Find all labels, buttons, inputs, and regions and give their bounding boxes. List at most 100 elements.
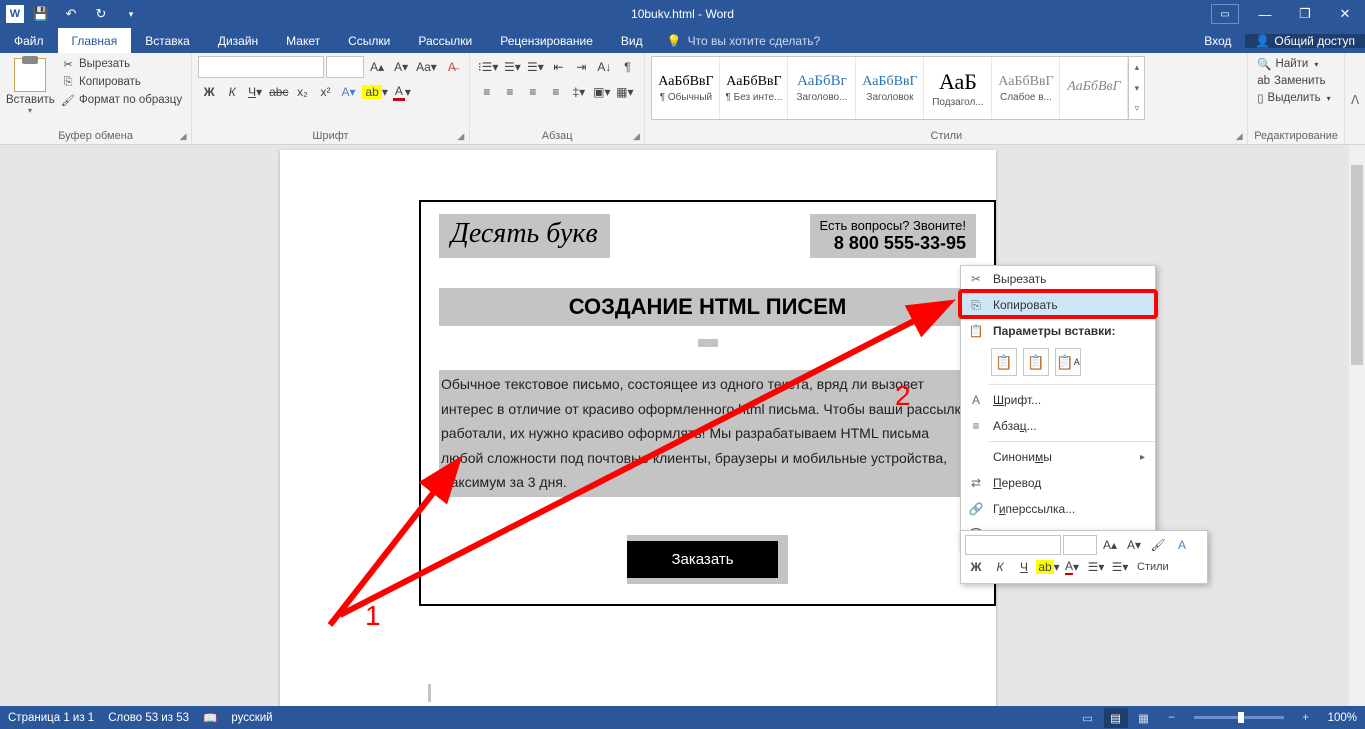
paste-button[interactable]: Вставить ▾ bbox=[6, 56, 54, 115]
font-dialog-launcher[interactable]: ◢ bbox=[455, 130, 467, 142]
bold-button[interactable]: Ж bbox=[198, 81, 220, 103]
mini-highlight[interactable]: ab▾ bbox=[1037, 557, 1059, 577]
align-left-button[interactable]: ≡ bbox=[476, 81, 498, 103]
tab-mailings[interactable]: Рассылки bbox=[404, 28, 486, 53]
line-spacing-button[interactable]: ‡▾ bbox=[568, 81, 590, 103]
tell-me-search[interactable]: 💡 Что вы хотите сделать? bbox=[657, 28, 821, 53]
page[interactable]: Десять букв Есть вопросы? Звоните! 8 800… bbox=[280, 150, 996, 706]
mini-grow-font[interactable]: A▴ bbox=[1099, 535, 1121, 555]
vertical-scrollbar[interactable] bbox=[1349, 145, 1365, 706]
mini-format-painter[interactable]: 🖌 bbox=[1147, 535, 1169, 555]
change-case-button[interactable]: Aa▾ bbox=[414, 56, 439, 78]
mini-numbering[interactable]: ☰▾ bbox=[1109, 557, 1131, 577]
format-painter-button[interactable]: 🖌Формат по образцу bbox=[58, 92, 185, 108]
tab-design[interactable]: Дизайн bbox=[204, 28, 272, 53]
zoom-slider[interactable] bbox=[1194, 716, 1284, 719]
mini-styles-icon[interactable]: A bbox=[1171, 535, 1193, 555]
replace-button[interactable]: abЗаменить bbox=[1254, 74, 1333, 88]
close-button[interactable]: ✕ bbox=[1325, 0, 1365, 28]
align-center-button[interactable]: ≡ bbox=[499, 81, 521, 103]
justify-button[interactable]: ≡ bbox=[545, 81, 567, 103]
mini-shrink-font[interactable]: A▾ bbox=[1123, 535, 1145, 555]
italic-button[interactable]: К bbox=[221, 81, 243, 103]
ctx-copy[interactable]: ⎘Копировать bbox=[961, 292, 1155, 318]
ctx-paragraph[interactable]: ≡Абзац... bbox=[961, 413, 1155, 439]
minimize-button[interactable]: ― bbox=[1245, 0, 1285, 28]
tab-references[interactable]: Ссылки bbox=[334, 28, 404, 53]
numbering-button[interactable]: ☰▾ bbox=[501, 56, 523, 78]
multilevel-button[interactable]: ☰▾ bbox=[524, 56, 546, 78]
share-button[interactable]: 👤 Общий доступ bbox=[1245, 34, 1365, 48]
borders-button[interactable]: ▦▾ bbox=[614, 81, 636, 103]
clipboard-dialog-launcher[interactable]: ◢ bbox=[177, 130, 189, 142]
status-language[interactable]: русский bbox=[231, 712, 272, 724]
web-layout-button[interactable]: ▦ bbox=[1132, 708, 1156, 728]
shading-button[interactable]: ▣▾ bbox=[591, 81, 613, 103]
mini-underline[interactable]: Ч bbox=[1013, 557, 1035, 577]
styles-dialog-launcher[interactable]: ◢ bbox=[1233, 130, 1245, 142]
restore-button[interactable]: ❐ bbox=[1285, 0, 1325, 28]
save-icon[interactable]: 💾 bbox=[28, 3, 54, 25]
paste-keep-formatting[interactable]: 📋 bbox=[991, 348, 1017, 376]
copy-button[interactable]: ⎘Копировать bbox=[58, 74, 185, 90]
style-heading1[interactable]: АаБбВгЗаголово... bbox=[788, 57, 856, 119]
zoom-out-button[interactable]: − bbox=[1160, 708, 1184, 728]
status-proofing-icon[interactable]: 📖 bbox=[203, 711, 217, 725]
strikethrough-button[interactable]: abc bbox=[267, 81, 290, 103]
superscript-button[interactable]: x² bbox=[314, 81, 336, 103]
tab-home[interactable]: Главная bbox=[58, 28, 132, 53]
tab-insert[interactable]: Вставка bbox=[131, 28, 204, 53]
zoom-level[interactable]: 100% bbox=[1328, 712, 1357, 724]
decrease-indent-button[interactable]: ⇤ bbox=[547, 56, 569, 78]
ctx-translate[interactable]: ⇄Перевод bbox=[961, 470, 1155, 496]
increase-indent-button[interactable]: ⇥ bbox=[570, 56, 592, 78]
style-title[interactable]: АаБПодзагол... bbox=[924, 57, 992, 119]
mini-italic[interactable]: К bbox=[989, 557, 1011, 577]
shrink-font-button[interactable]: A▾ bbox=[390, 56, 412, 78]
tab-layout[interactable]: Макет bbox=[272, 28, 334, 53]
ribbon-collapse[interactable]: ᐱ bbox=[1345, 53, 1365, 144]
undo-icon[interactable]: ↶ bbox=[58, 3, 84, 25]
mini-font-color[interactable]: A▾ bbox=[1061, 557, 1083, 577]
mini-font-combo[interactable] bbox=[965, 535, 1061, 555]
style-subtitle[interactable]: АаБбВвГСлабое в... bbox=[992, 57, 1060, 119]
style-normal[interactable]: АаБбВвГ¶ Обычный bbox=[652, 57, 720, 119]
subscript-button[interactable]: x₂ bbox=[291, 81, 313, 103]
mini-styles-label[interactable]: Стили bbox=[1133, 561, 1173, 573]
read-mode-button[interactable]: ▭ bbox=[1076, 708, 1100, 728]
cut-button[interactable]: ✂Вырезать bbox=[58, 56, 185, 72]
qat-customize-icon[interactable]: ▾ bbox=[118, 3, 144, 25]
bullets-button[interactable]: ⁝☰▾ bbox=[476, 56, 501, 78]
ribbon-display-options-icon[interactable]: ▭ bbox=[1211, 4, 1239, 24]
find-button[interactable]: 🔍Найти▾ bbox=[1254, 56, 1333, 72]
font-name-combo[interactable] bbox=[198, 56, 324, 78]
text-effects-button[interactable]: A▾ bbox=[337, 81, 359, 103]
align-right-button[interactable]: ≡ bbox=[522, 81, 544, 103]
styles-more-button[interactable]: ▴▾▿ bbox=[1128, 57, 1144, 119]
sort-button[interactable]: A↓ bbox=[593, 56, 615, 78]
print-layout-button[interactable]: ▤ bbox=[1104, 708, 1128, 728]
tab-review[interactable]: Рецензирование bbox=[486, 28, 607, 53]
paragraph-dialog-launcher[interactable]: ◢ bbox=[630, 130, 642, 142]
style-heading2[interactable]: АаБбВвГЗаголовок bbox=[856, 57, 924, 119]
underline-button[interactable]: Ч▾ bbox=[244, 81, 266, 103]
signin-button[interactable]: Вход bbox=[1190, 34, 1245, 48]
redo-icon[interactable]: ↻ bbox=[88, 3, 114, 25]
ctx-hyperlink[interactable]: 🔗Гиперссылка... bbox=[961, 496, 1155, 522]
paste-text-only[interactable]: 📋A bbox=[1055, 348, 1081, 376]
mini-bullets[interactable]: ☰▾ bbox=[1085, 557, 1107, 577]
status-words[interactable]: Слово 53 из 53 bbox=[108, 712, 189, 724]
ctx-cut[interactable]: ✂Вырезать bbox=[961, 266, 1155, 292]
mini-size-combo[interactable] bbox=[1063, 535, 1097, 555]
show-marks-button[interactable]: ¶ bbox=[616, 56, 638, 78]
tab-file[interactable]: Файл bbox=[0, 28, 58, 53]
ctx-font[interactable]: AШрифт... bbox=[961, 387, 1155, 413]
styles-gallery[interactable]: АаБбВвГ¶ Обычный АаБбВвГ¶ Без инте... Аа… bbox=[651, 56, 1145, 120]
select-button[interactable]: ▯Выделить▾ bbox=[1254, 90, 1333, 106]
clear-formatting-button[interactable]: A̶ bbox=[441, 56, 463, 78]
zoom-in-button[interactable]: + bbox=[1294, 708, 1318, 728]
font-color-button[interactable]: A▾ bbox=[391, 81, 413, 103]
order-button[interactable]: Заказать bbox=[627, 541, 777, 578]
paste-merge-formatting[interactable]: 📋 bbox=[1023, 348, 1049, 376]
letter-body[interactable]: Обычное текстовое письмо, состоящее из о… bbox=[439, 370, 976, 497]
